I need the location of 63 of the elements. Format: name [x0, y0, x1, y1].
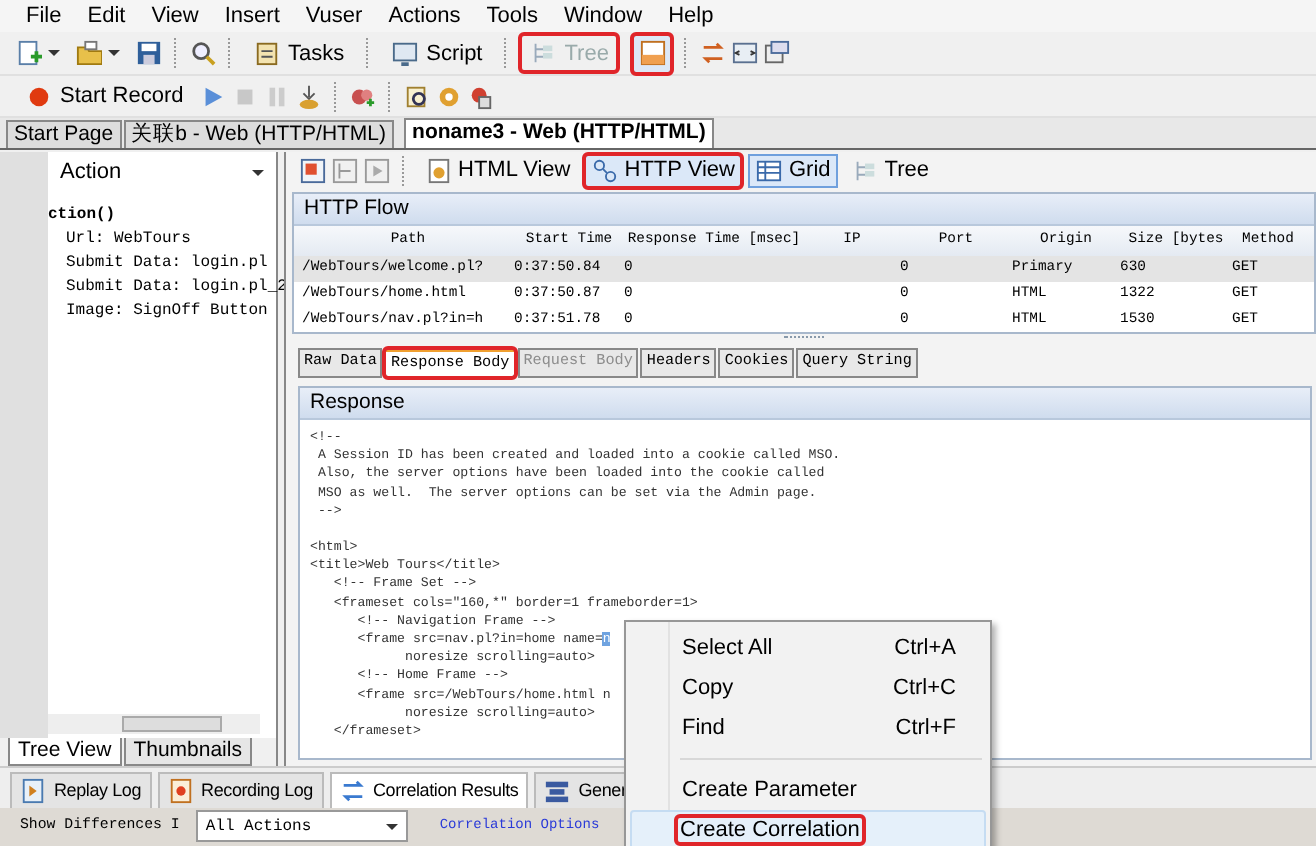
panel-tab[interactable]: Tree View	[8, 738, 122, 767]
tree-item[interactable]: ction()	[48, 204, 276, 229]
view-mode-button[interactable]: Tree	[844, 153, 937, 188]
panel-tab[interactable]: Thumbnails	[123, 738, 252, 767]
window-icon	[639, 40, 666, 67]
play-document-icon	[20, 777, 46, 804]
toolbar-button[interactable]: Script	[382, 34, 493, 73]
menu-item[interactable]: Tools	[486, 4, 538, 29]
windows-icon[interactable]	[764, 40, 791, 67]
panel-title: Response	[300, 387, 1310, 420]
download-icon[interactable]	[295, 83, 322, 110]
document-tab[interactable]: noname3 - Web (HTTP/HTML)	[404, 118, 714, 149]
menu-item[interactable]: View	[151, 4, 199, 29]
step-icon[interactable]	[332, 157, 358, 184]
view-mode-button[interactable]: Grid	[748, 153, 839, 188]
menu-item[interactable]: Window	[563, 4, 643, 29]
clipboard-icon	[254, 40, 280, 67]
panel-title: HTTP Flow	[294, 193, 1314, 226]
actions-dropdown[interactable]: All Actions	[195, 810, 408, 843]
code-window-icon[interactable]	[732, 40, 759, 67]
new-script-icon[interactable]	[16, 40, 42, 67]
tree-item[interactable]: Submit Data: login.pl	[48, 252, 276, 277]
record-icon	[26, 83, 52, 110]
tree-icon	[530, 40, 557, 67]
record-document-icon	[167, 777, 194, 804]
splitter-handle[interactable]	[784, 336, 824, 344]
bottom-tab[interactable]: Replay Log	[10, 771, 152, 808]
menu-item[interactable]: Help	[668, 4, 714, 29]
open-folder-icon[interactable]	[76, 40, 102, 67]
link-icon	[592, 157, 619, 184]
search-icon[interactable]	[190, 40, 216, 67]
menu-item[interactable]: Create Correlation	[630, 810, 986, 846]
menu-item[interactable]: Insert	[224, 4, 280, 29]
page-icon	[426, 157, 452, 184]
view-button[interactable]: HTML View	[418, 153, 579, 188]
menu-item[interactable]: File	[26, 4, 62, 29]
pane-toggle-button[interactable]	[632, 33, 673, 74]
menu-item[interactable]: Find Ctrl+F	[630, 708, 986, 748]
menu-item[interactable]: Copy Ctrl+C	[630, 668, 986, 708]
bottom-tab[interactable]: Correlation Results	[329, 771, 529, 808]
tree-item[interactable]: Image: SignOff Button	[48, 300, 276, 325]
menu-item[interactable]: Select All Ctrl+A	[630, 628, 986, 668]
document-tab[interactable]: 关联b - Web (HTTP/HTML)	[123, 120, 395, 149]
start-record-button[interactable]: Start Record	[16, 77, 194, 116]
play-view-icon[interactable]	[364, 157, 390, 184]
dropdown-arrow-icon[interactable]	[108, 50, 120, 57]
grid-icon	[756, 157, 783, 184]
document-tab[interactable]: Start Page	[6, 120, 122, 149]
view-button[interactable]: HTTP View	[584, 153, 743, 188]
bottom-tab[interactable]: Recording Log	[157, 771, 323, 808]
monitor-icon	[392, 40, 419, 67]
horizontal-scrollbar[interactable]	[48, 714, 260, 735]
menu-item[interactable]: Edit	[87, 4, 126, 29]
menu-item[interactable]: Actions	[388, 4, 461, 29]
save-icon[interactable]	[136, 40, 162, 67]
toolbar-button[interactable]: Tasks	[244, 34, 355, 73]
arrows-icon	[339, 777, 365, 804]
menu-item[interactable]: Vuser	[305, 4, 363, 29]
tree-icon	[852, 157, 879, 184]
dropdown-arrow-icon[interactable]	[48, 50, 60, 57]
stack-icon	[544, 777, 571, 804]
tree-item[interactable]: Url: WebTours	[48, 228, 276, 253]
record-view-icon[interactable]	[300, 157, 326, 184]
